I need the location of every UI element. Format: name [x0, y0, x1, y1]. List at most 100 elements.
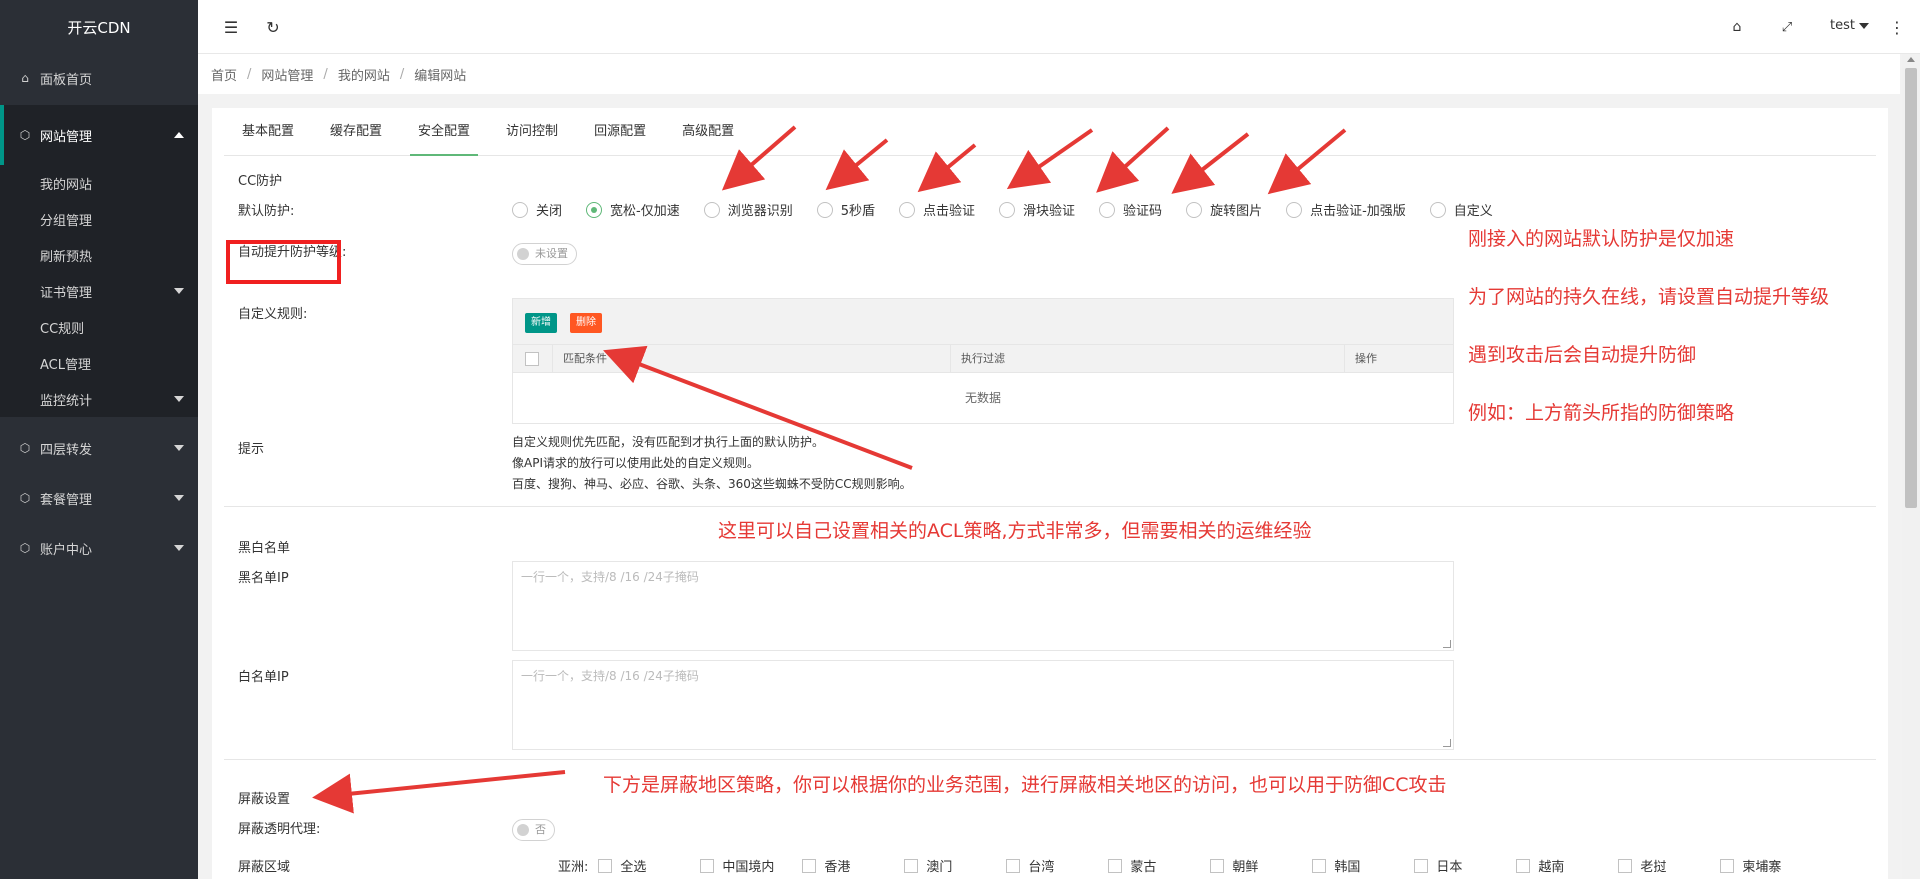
- tag-icon[interactable]: ⌂: [1724, 14, 1750, 40]
- annotation-text: 下方是屏蔽地区策略，你可以根据你的业务范围，进行屏蔽相关地区的访问，也可以用于防…: [603, 774, 1447, 796]
- auto-upgrade-switch[interactable]: 未设置: [512, 243, 577, 265]
- radio-circle: [703, 201, 720, 218]
- tips-text: 自定义规则优先匹配，没有匹配到才执行上面的默认防护。 像API请求的放行可以使用…: [512, 432, 912, 495]
- tab-origin[interactable]: 回源配置: [576, 108, 664, 155]
- region-checkbox[interactable]: 中国境内: [700, 856, 802, 875]
- region-checkbox[interactable]: 越南: [1516, 856, 1618, 875]
- region-checkbox[interactable]: 老挝: [1618, 856, 1720, 875]
- add-rule-button[interactable]: 新增: [525, 313, 557, 333]
- default-protection-label: 默认防护:: [238, 204, 295, 219]
- annotation-text: 例如：上方箭头所指的防御策略: [1468, 402, 1735, 424]
- region-checkbox[interactable]: 全选: [598, 856, 700, 875]
- radio-custom[interactable]: 自定义: [1429, 200, 1493, 219]
- region-name: 全选: [620, 860, 647, 875]
- scrollbar-thumb[interactable]: [1905, 68, 1917, 508]
- sidebar-sub-cc-rules[interactable]: CC规则: [0, 309, 198, 345]
- breadcrumb-site-management[interactable]: 网站管理: [261, 65, 313, 84]
- region-name: 台湾: [1028, 860, 1055, 875]
- radio-rotate-image[interactable]: 旋转图片: [1186, 200, 1262, 219]
- region-checkbox[interactable]: 朝鲜: [1210, 856, 1312, 875]
- radio-slider-verify[interactable]: 滑块验证: [999, 200, 1075, 219]
- radio-click-verify-plus[interactable]: 点击验证-加强版: [1286, 200, 1406, 219]
- tips-label: 提示: [238, 442, 265, 457]
- sidebar-item-plans[interactable]: ⬡ 套餐管理: [0, 473, 198, 523]
- scroll-up-icon[interactable]: [1907, 57, 1915, 62]
- more-vertical-icon[interactable]: ⋮: [1884, 14, 1910, 40]
- custom-rules-label: 自定义规则:: [238, 307, 308, 322]
- sidebar-item-account[interactable]: ⬡ 账户中心: [0, 523, 198, 573]
- region-checkbox[interactable]: 柬埔寨: [1720, 856, 1800, 875]
- sidebar-item-layer4[interactable]: ⬡ 四层转发: [0, 423, 198, 473]
- asia-label: 亚洲:: [558, 860, 589, 875]
- sidebar-item-home[interactable]: ⌂ 面板首页: [0, 54, 198, 102]
- checkbox-box: [1618, 858, 1633, 873]
- radio-off[interactable]: 关闭: [512, 200, 562, 219]
- sidebar-sub-my-sites[interactable]: 我的网站: [0, 165, 198, 201]
- user-menu[interactable]: test: [1830, 18, 1869, 33]
- radio-click-verify[interactable]: 点击验证: [899, 200, 975, 219]
- region-checkbox[interactable]: 蒙古: [1108, 856, 1210, 875]
- tab-basic[interactable]: 基本配置: [224, 108, 312, 155]
- tab-access-control[interactable]: 访问控制: [488, 108, 576, 155]
- sidebar-sub-monitor[interactable]: 监控统计: [0, 381, 198, 417]
- resize-grip-icon[interactable]: [1443, 739, 1451, 747]
- sidebar-sub-groups[interactable]: 分组管理: [0, 201, 198, 237]
- sidebar-item-site-management[interactable]: ⬡ 网站管理: [0, 105, 198, 165]
- tip-line: 像API请求的放行可以使用此处的自定义规则。: [512, 456, 759, 470]
- radio-circle: [899, 201, 916, 218]
- chevron-down-icon: [174, 445, 184, 451]
- resize-grip-icon[interactable]: [1443, 640, 1451, 648]
- tab-cache[interactable]: 缓存配置: [312, 108, 400, 155]
- radio-circle: [999, 201, 1016, 218]
- radio-label: 5秒盾: [840, 204, 876, 219]
- radio-label: 点击验证-加强版: [1310, 204, 1406, 219]
- user-name: test: [1830, 18, 1855, 33]
- radio-5s-shield[interactable]: 5秒盾: [816, 200, 876, 219]
- refresh-icon[interactable]: ↻: [260, 14, 286, 40]
- table-toolbar: 新增 删除: [513, 299, 1453, 345]
- region-checkbox[interactable]: 台湾: [1006, 856, 1108, 875]
- region-checkbox[interactable]: 韩国: [1312, 856, 1414, 875]
- transparent-proxy-switch[interactable]: 否: [512, 819, 555, 841]
- breadcrumb-home[interactable]: 首页: [211, 65, 237, 84]
- sidebar-sub-label: 监控统计: [40, 393, 93, 409]
- radio-loose-accel[interactable]: 宽松-仅加速: [586, 200, 680, 219]
- menu-fold-icon[interactable]: ☰: [218, 14, 244, 40]
- sidebar-sub-refresh[interactable]: 刷新预热: [0, 237, 198, 273]
- sidebar-sub-acl[interactable]: ACL管理: [0, 345, 198, 381]
- radio-browser-detect[interactable]: 浏览器识别: [703, 200, 793, 219]
- region-name: 柬埔寨: [1742, 860, 1782, 875]
- annotation-text: 为了网站的持久在线，请设置自动提升等级: [1468, 286, 1830, 308]
- app-logo[interactable]: 开云CDN: [0, 0, 198, 54]
- whitelist-textarea[interactable]: 一行一个，支持/8 /16 /24子掩码: [512, 660, 1454, 750]
- radio-label: 浏览器识别: [727, 204, 793, 219]
- switch-knob: [517, 248, 529, 260]
- vertical-scrollbar[interactable]: [1902, 54, 1920, 879]
- tab-advanced[interactable]: 高级配置: [664, 108, 752, 155]
- sidebar-sub-certs[interactable]: 证书管理: [0, 273, 198, 309]
- home-icon: ⌂: [21, 71, 29, 85]
- sidebar-item-label: 面板首页: [40, 72, 93, 88]
- checkbox-box: [1516, 858, 1531, 873]
- sidebar-sub-label: CC规则: [40, 321, 85, 337]
- radio-circle: [1286, 201, 1303, 218]
- col-operation: 操作: [1355, 352, 1377, 365]
- blacklist-textarea[interactable]: 一行一个，支持/8 /16 /24子掩码: [512, 561, 1454, 651]
- delete-rule-button[interactable]: 删除: [570, 313, 602, 333]
- highlight-box: [226, 240, 341, 284]
- radio-captcha[interactable]: 验证码: [1099, 200, 1162, 219]
- select-all-checkbox[interactable]: [525, 352, 539, 366]
- breadcrumb-edit-site: 编辑网站: [414, 68, 467, 84]
- checkbox-box: [1108, 858, 1123, 873]
- region-name: 日本: [1436, 860, 1463, 875]
- region-name: 澳门: [926, 860, 953, 875]
- col-filter: 执行过滤: [951, 345, 1345, 372]
- breadcrumb-my-sites[interactable]: 我的网站: [338, 65, 390, 84]
- region-checkbox[interactable]: 澳门: [904, 856, 1006, 875]
- fullscreen-icon[interactable]: ⤢: [1774, 14, 1800, 40]
- annotation-text: 遇到攻击后会自动提升防御: [1468, 344, 1697, 366]
- sidebar: 开云CDN ⌂ 面板首页 ⬡ 网站管理 我的网站 分组管理 刷新预热 证书管理 …: [0, 0, 198, 879]
- tab-security[interactable]: 安全配置: [400, 108, 488, 156]
- region-checkbox[interactable]: 日本: [1414, 856, 1516, 875]
- region-checkbox[interactable]: 香港: [802, 856, 904, 875]
